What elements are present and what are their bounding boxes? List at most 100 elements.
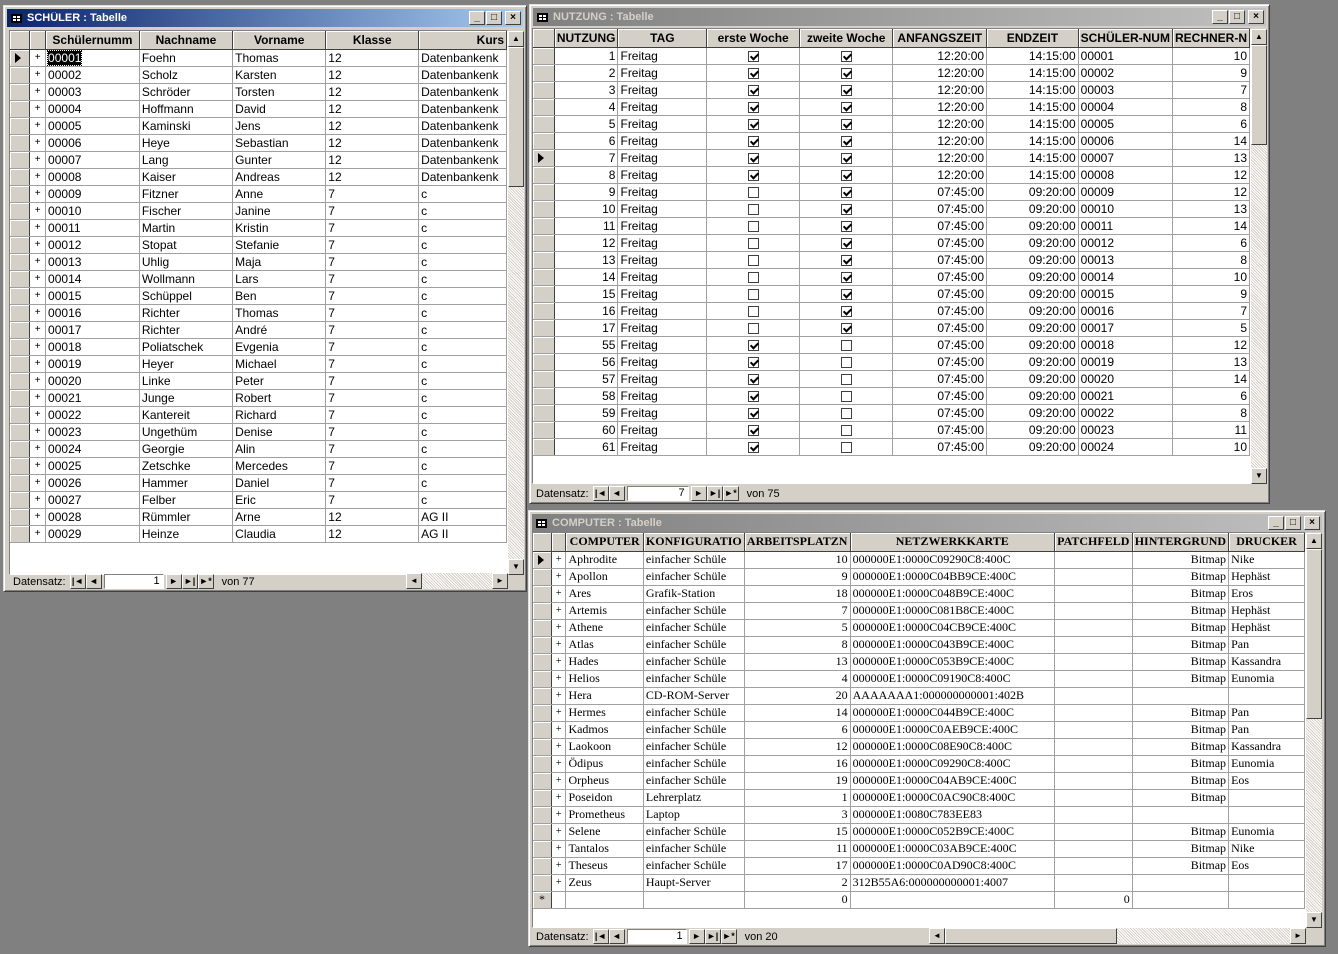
- cell-arbeitsplatz[interactable]: 13: [744, 653, 851, 671]
- expand-icon[interactable]: +: [551, 551, 567, 569]
- cell-rechner-nummer[interactable]: 14: [1172, 217, 1250, 235]
- cell-anfangszeit[interactable]: 07:45:00: [892, 387, 988, 405]
- checkbox-checked[interactable]: [840, 288, 852, 300]
- cell-schueler-nummer[interactable]: 00005: [1078, 115, 1173, 133]
- cell-netzwerkkarte[interactable]: [850, 891, 1055, 909]
- table-row[interactable]: + Atlas einfacher Schüle 8 000000E1:0000C043…: [533, 636, 1305, 654]
- table-row[interactable]: +00025 Zetschke Mercedes 7 c: [10, 457, 507, 475]
- cell-endzeit[interactable]: 14:15:00: [986, 98, 1079, 116]
- cell-arbeitsplatz[interactable]: 20: [744, 687, 851, 705]
- record-selector[interactable]: [533, 670, 553, 688]
- cell-klasse[interactable]: 7: [325, 236, 420, 254]
- record-selector[interactable]: [533, 772, 553, 790]
- cell-vorname[interactable]: Claudia: [232, 525, 327, 543]
- cell-nutzung[interactable]: 10: [554, 200, 619, 218]
- first-record-button[interactable]: |◄: [69, 574, 86, 589]
- cell-vorname[interactable]: Maja: [232, 253, 327, 271]
- cell-konfiguration[interactable]: einfacher Schüle: [643, 840, 745, 858]
- cell-patchfeld[interactable]: [1054, 738, 1133, 756]
- cell-nachname[interactable]: Schröder: [139, 83, 234, 101]
- cell-computer[interactable]: Laokoon: [565, 738, 644, 756]
- cell-erste-woche[interactable]: [706, 302, 801, 320]
- cell-erste-woche[interactable]: [706, 370, 801, 388]
- cell-klasse[interactable]: 12: [325, 151, 420, 169]
- cell-netzwerkkarte[interactable]: 000000E1:0000C043B9CE:400C: [850, 636, 1055, 654]
- cell-netzwerkkarte[interactable]: 000000E1:0000C09190C8:400C: [850, 670, 1055, 688]
- close-button[interactable]: ×: [1304, 516, 1320, 530]
- cell-patchfeld[interactable]: [1054, 840, 1133, 858]
- cell-endzeit[interactable]: 09:20:00: [986, 234, 1079, 252]
- cell-rechner-nummer[interactable]: 8: [1172, 251, 1250, 269]
- cell-rechner-nummer[interactable]: 13: [1172, 200, 1250, 218]
- first-record-button[interactable]: |◄: [592, 929, 609, 944]
- expand-icon[interactable]: +: [29, 185, 47, 203]
- cell-vorname[interactable]: Denise: [232, 423, 327, 441]
- checkbox-unchecked[interactable]: [747, 186, 759, 198]
- cell-nachname[interactable]: Hammer: [139, 474, 234, 492]
- cell-schueler-nummer[interactable]: 00022: [1078, 404, 1173, 422]
- cell-klasse[interactable]: 7: [325, 440, 420, 458]
- expand-icon[interactable]: +: [551, 823, 567, 841]
- expand-icon[interactable]: +: [29, 134, 47, 152]
- cell-klasse[interactable]: 7: [325, 219, 420, 237]
- record-selector[interactable]: [10, 49, 31, 67]
- cell-patchfeld[interactable]: [1054, 653, 1133, 671]
- table-row[interactable]: +00029 Heinze Claudia 12 AG II: [10, 525, 507, 543]
- cell-hintergrund[interactable]: Bitmap: [1132, 772, 1230, 790]
- cell-rechner-nummer[interactable]: 11: [1172, 421, 1250, 439]
- cell-schueler-nummer[interactable]: 00017: [1078, 319, 1173, 337]
- cell-tag[interactable]: Freitag: [617, 370, 708, 388]
- cell-klasse[interactable]: 7: [325, 321, 420, 339]
- cell-nutzung[interactable]: 59: [554, 404, 619, 422]
- cell-vorname[interactable]: André: [232, 321, 327, 339]
- record-selector[interactable]: [533, 421, 555, 439]
- cell-computer[interactable]: Orpheus: [565, 772, 644, 790]
- table-row[interactable]: +00019 Heyer Michael 7 c: [10, 355, 507, 373]
- table-row[interactable]: + Artemis einfacher Schüle 7 000000E1:0000C0…: [533, 602, 1305, 620]
- cell-patchfeld[interactable]: [1054, 619, 1133, 637]
- cell-konfiguration[interactable]: einfacher Schüle: [643, 823, 745, 841]
- cell-anfangszeit[interactable]: 07:45:00: [892, 438, 988, 456]
- cell-patchfeld[interactable]: [1054, 721, 1133, 739]
- table-row[interactable]: 10 Freitag 07:45:00 09:20:00 00010 13: [533, 200, 1250, 218]
- cell-erste-woche[interactable]: [706, 404, 801, 422]
- new-record-button[interactable]: ►*: [722, 486, 739, 501]
- cell-netzwerkkarte[interactable]: 000000E1:0000C044B9CE:400C: [850, 704, 1055, 722]
- table-row[interactable]: +00028 Rümmler Arne 12 AG II: [10, 508, 507, 526]
- cell-kurs[interactable]: AG II: [418, 525, 507, 543]
- cell-tag[interactable]: Freitag: [617, 421, 708, 439]
- cell-nutzung[interactable]: 5: [554, 115, 619, 133]
- col-header-klasse[interactable]: Klasse: [325, 31, 420, 50]
- cell-anfangszeit[interactable]: 07:45:00: [892, 370, 988, 388]
- scroll-thumb[interactable]: [1306, 549, 1322, 719]
- record-selector[interactable]: [533, 268, 555, 286]
- cell-kurs[interactable]: c: [418, 236, 507, 254]
- cell-computer[interactable]: Hera: [565, 687, 644, 705]
- cell-hintergrund[interactable]: Bitmap: [1132, 551, 1230, 569]
- cell-drucker[interactable]: Nike: [1228, 840, 1305, 858]
- cell-netzwerkkarte[interactable]: 000000E1:0000C0AEB9CE:400C: [850, 721, 1055, 739]
- cell-rechner-nummer[interactable]: 13: [1172, 149, 1250, 167]
- record-selector[interactable]: [533, 789, 553, 807]
- cell-hintergrund[interactable]: Bitmap: [1132, 670, 1230, 688]
- record-selector[interactable]: [10, 491, 31, 509]
- cell-arbeitsplatz[interactable]: 9: [744, 568, 851, 586]
- cell-nachname[interactable]: Fischer: [139, 202, 234, 220]
- record-selector[interactable]: [533, 404, 555, 422]
- cell-netzwerkkarte[interactable]: 000000E1:0000C04BB9CE:400C: [850, 568, 1055, 586]
- cell-kurs[interactable]: c: [418, 304, 507, 322]
- cell-kurs[interactable]: c: [418, 253, 507, 271]
- cell-erste-woche[interactable]: [706, 64, 801, 82]
- table-row[interactable]: +00011 Martin Kristin 7 c: [10, 219, 507, 237]
- record-selector[interactable]: [533, 149, 555, 167]
- cell-tag[interactable]: Freitag: [617, 47, 708, 65]
- cell-tag[interactable]: Freitag: [617, 438, 708, 456]
- checkbox-checked[interactable]: [840, 271, 852, 283]
- checkbox-checked[interactable]: [747, 84, 759, 96]
- cell-anfangszeit[interactable]: 07:45:00: [892, 353, 988, 371]
- cell-anfangszeit[interactable]: 07:45:00: [892, 251, 988, 269]
- cell-arbeitsplatz[interactable]: 12: [744, 738, 851, 756]
- cell-zweite-woche[interactable]: [799, 336, 894, 354]
- expand-icon[interactable]: +: [29, 270, 47, 288]
- cell-hintergrund[interactable]: Bitmap: [1132, 823, 1230, 841]
